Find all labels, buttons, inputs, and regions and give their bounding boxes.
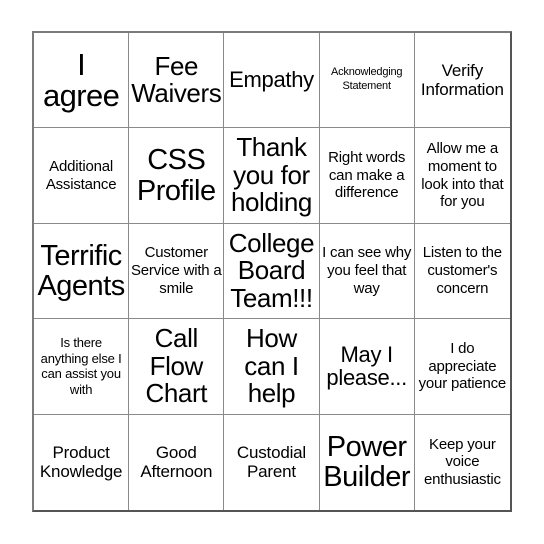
bingo-cell-r4c4[interactable]: May I please... — [319, 319, 415, 415]
bingo-cell-label: Is there anything else I can assist you … — [40, 334, 122, 398]
bingo-cell-r2c2[interactable]: CSS Profile — [129, 128, 225, 224]
bingo-cell-label: Verify Information — [420, 60, 504, 100]
bingo-cell-label: Acknowledging Statement — [330, 66, 403, 93]
bingo-cell-r5c3[interactable]: Custodial Parent — [224, 414, 320, 510]
bingo-cell-label: Allow me a moment to look into that for … — [421, 140, 504, 211]
bingo-cell-label: Keep your voice enthusiastic — [423, 435, 501, 489]
bingo-cell-label: Right words can make a difference — [328, 149, 406, 202]
bingo-row: Terrific Agents Customer Service with a … — [34, 223, 510, 320]
bingo-cell-label: I do appreciate your patience — [418, 339, 507, 393]
bingo-row: Additional Assistance CSS Profile Thank … — [34, 128, 510, 224]
bingo-cell-r5c1[interactable]: Product Knowledge — [34, 414, 130, 510]
bingo-cell-label: CSS Profile — [136, 144, 216, 207]
bingo-cell-r5c4[interactable]: Power Builder — [319, 414, 415, 510]
bingo-cell-r3c3[interactable]: College Board Team!!! — [224, 223, 320, 320]
bingo-cell-r2c3[interactable]: Thank you for holding — [224, 128, 320, 224]
bingo-cell-label: May I please... — [326, 341, 407, 391]
bingo-cell-r4c3[interactable]: How can I help — [224, 319, 320, 415]
bingo-cell-label: Thank you for holding — [230, 132, 312, 218]
bingo-cell-label: Customer Service with a smile — [130, 244, 222, 297]
bingo-cell-r2c4[interactable]: Right words can make a difference — [319, 128, 415, 224]
bingo-cell-r1c5[interactable]: Verify Information — [414, 33, 510, 129]
bingo-cell-r1c3[interactable]: Empathy — [224, 33, 320, 129]
bingo-cell-r3c2[interactable]: Customer Service with a smile — [129, 223, 225, 320]
bingo-cell-r1c2[interactable]: Fee Waivers — [129, 33, 225, 129]
bingo-card-grid: I agree Fee Waivers Empathy Acknowledgin… — [32, 31, 512, 512]
bingo-cell-r3c4[interactable]: I can see why you feel that way — [319, 223, 415, 320]
bingo-cell-label: Custodial Parent — [236, 442, 306, 482]
bingo-cell-label: Additional Assistance — [45, 157, 117, 193]
bingo-row: Product Knowledge Good Afternoon Custodi… — [34, 414, 510, 510]
bingo-cell-r4c2[interactable]: Call Flow Chart — [129, 319, 225, 415]
bingo-row: I agree Fee Waivers Empathy Acknowledgin… — [34, 33, 510, 129]
bingo-cell-r4c5[interactable]: I do appreciate your patience — [414, 319, 510, 415]
bingo-cell-r1c1[interactable]: I agree — [34, 33, 130, 129]
bingo-cell-label: Product Knowledge — [39, 442, 123, 482]
bingo-cell-label: College Board Team!!! — [228, 227, 315, 313]
bingo-cell-label: I agree — [42, 46, 120, 114]
bingo-cell-r3c5[interactable]: Listen to the customer's concern — [414, 223, 510, 320]
bingo-cell-label: Call Flow Chart — [145, 323, 208, 409]
bingo-cell-label: Terrific Agents — [37, 239, 125, 302]
bingo-cell-r2c1[interactable]: Additional Assistance — [34, 128, 130, 224]
bingo-cell-r4c1[interactable]: Is there anything else I can assist you … — [34, 319, 130, 415]
bingo-cell-r3c1[interactable]: Terrific Agents — [34, 223, 130, 320]
bingo-cell-label: Empathy — [229, 67, 314, 93]
bingo-cell-label: How can I help — [244, 323, 299, 409]
bingo-cell-r5c5[interactable]: Keep your voice enthusiastic — [414, 414, 510, 510]
bingo-cell-r1c4[interactable]: Acknowledging Statement — [319, 33, 415, 129]
bingo-cell-r5c2[interactable]: Good Afternoon — [129, 414, 225, 510]
bingo-cell-r2c5[interactable]: Allow me a moment to look into that for … — [414, 128, 510, 224]
bingo-cell-label: Listen to the customer's concern — [422, 244, 502, 297]
bingo-cell-label: Fee Waivers — [131, 50, 222, 109]
bingo-cell-label: Good Afternoon — [140, 442, 213, 482]
bingo-cell-label: I can see why you feel that way — [322, 244, 412, 297]
bingo-cell-label: Power Builder — [323, 431, 411, 494]
bingo-row: Is there anything else I can assist you … — [34, 319, 510, 415]
